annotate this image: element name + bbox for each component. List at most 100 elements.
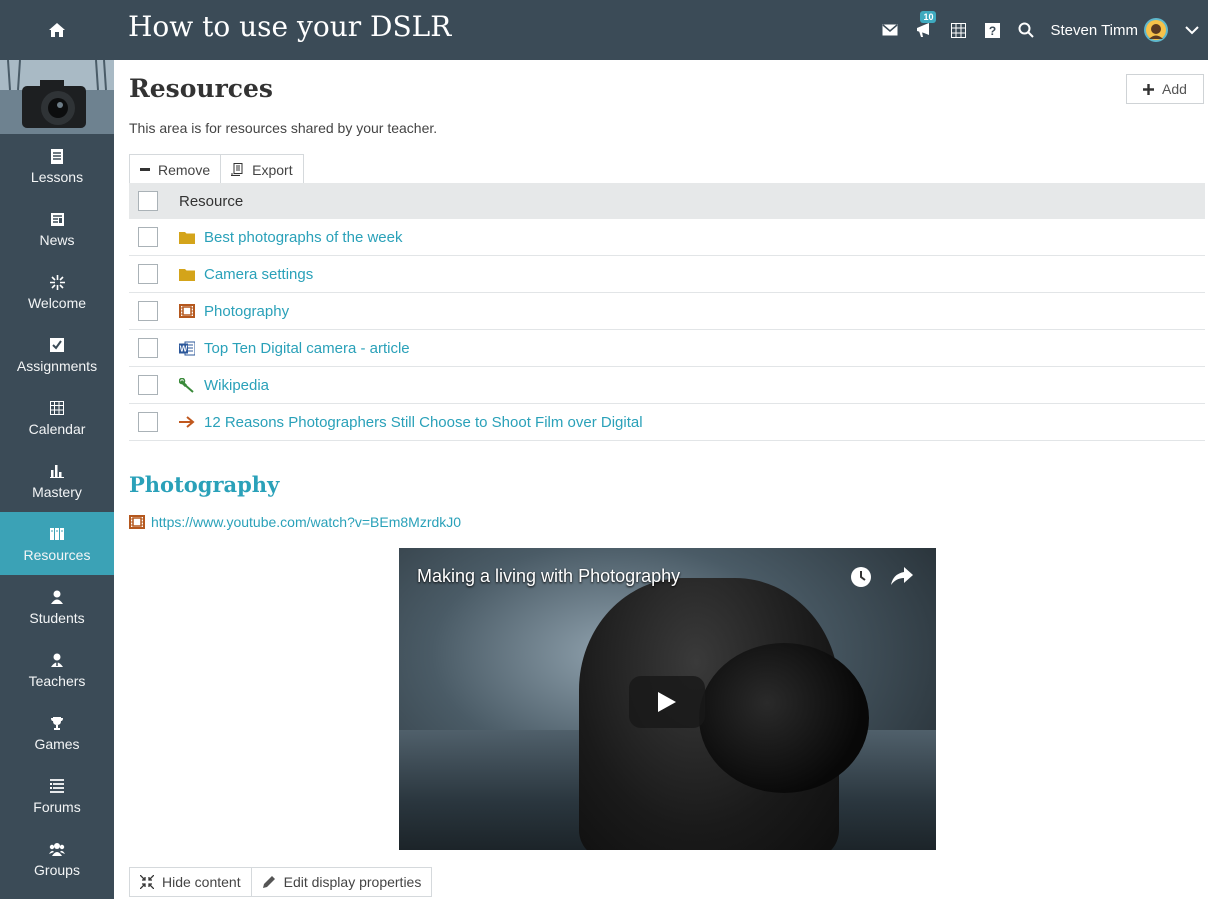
notifications-button[interactable]: 10: [914, 11, 937, 40]
select-all-checkbox[interactable]: [138, 191, 158, 211]
table-row: W Top Ten Digital camera - article: [129, 330, 1205, 367]
content-toolbar: Hide content Edit display properties: [129, 867, 433, 897]
svg-text:?: ?: [989, 24, 996, 38]
chevron-down-icon: [1185, 25, 1199, 34]
sidebar-item-label: Calendar: [28, 421, 86, 437]
row-checkbox[interactable]: [138, 338, 158, 358]
main-content: Resources Add This area is for resources…: [114, 60, 1208, 899]
sidebar-item-label: Students: [29, 610, 85, 626]
sidebar-item-label: News: [39, 232, 75, 248]
sidebar-item-calendar[interactable]: Calendar: [0, 386, 114, 449]
hide-content-label: Hide content: [162, 874, 241, 890]
svg-text:W: W: [180, 344, 188, 353]
share-icon[interactable]: [890, 566, 914, 586]
sidebar-item-groups[interactable]: Groups: [0, 827, 114, 890]
sidebar-item-welcome[interactable]: Welcome: [0, 260, 114, 323]
sidebar-item-label: Welcome: [27, 295, 87, 311]
sidebar-item-resources[interactable]: Resources: [0, 512, 114, 575]
resource-link[interactable]: Best photographs of the week: [204, 229, 402, 246]
sidebar-item-news[interactable]: News: [0, 197, 114, 260]
resource-detail-title: Photography: [129, 472, 280, 497]
course-title: How to use your DSLR: [128, 10, 452, 43]
video-title: Making a living with Photography: [417, 566, 681, 586]
calendar-button[interactable]: [948, 20, 968, 40]
messages-button[interactable]: [880, 20, 900, 40]
resource-link[interactable]: 12 Reasons Photographers Still Choose to…: [204, 414, 643, 431]
mastery-icon: [50, 461, 64, 481]
notification-count-badge: 10: [920, 11, 937, 23]
export-button-label: Export: [252, 161, 293, 178]
user-menu-toggle[interactable]: [1182, 20, 1202, 40]
lessons-icon: [51, 146, 63, 166]
sidebar-item-label: Lessons: [30, 169, 84, 185]
home-button[interactable]: [0, 0, 114, 60]
page-title: Resources: [129, 74, 273, 103]
table-row: Photography: [129, 293, 1205, 330]
sidebar-item-label: Mastery: [32, 484, 82, 500]
resources-table: Resource Best photographs of the week Ca…: [129, 183, 1205, 441]
row-checkbox[interactable]: [138, 412, 158, 432]
sidebar-item-label: Groups: [34, 862, 80, 878]
film-icon: [129, 515, 145, 529]
sidebar-item-lessons[interactable]: Lessons: [0, 134, 114, 197]
calendar-icon: [50, 398, 64, 418]
row-checkbox[interactable]: [138, 227, 158, 247]
teacher-icon: [50, 650, 64, 670]
sidebar-item-label: Forums: [33, 799, 81, 815]
assignments-icon: [50, 335, 64, 355]
user-name[interactable]: Steven Timm: [1050, 22, 1138, 39]
collapse-icon: [140, 875, 154, 889]
sidebar: Lessons News Welcome Assignments Calenda…: [0, 60, 114, 899]
sidebar-item-games[interactable]: Games: [0, 701, 114, 764]
word-document-icon: W: [179, 340, 195, 356]
sidebar-item-students[interactable]: Students: [0, 575, 114, 638]
sidebar-item-forums[interactable]: Forums: [0, 764, 114, 827]
sidebar-item-label: Games: [34, 736, 80, 752]
export-button[interactable]: Export: [220, 155, 302, 184]
search-icon: [1018, 22, 1035, 38]
resource-link[interactable]: Wikipedia: [204, 377, 269, 394]
groups-icon: [49, 839, 65, 859]
edit-display-properties-label: Edit display properties: [283, 874, 422, 890]
video-top-icons: [850, 566, 914, 588]
row-checkbox[interactable]: [138, 375, 158, 395]
play-button[interactable]: [629, 676, 705, 728]
avatar[interactable]: [1144, 18, 1168, 42]
folder-icon: [179, 266, 195, 282]
table-toolbar: Remove Export: [129, 154, 304, 184]
row-checkbox[interactable]: [138, 264, 158, 284]
sidebar-item-label: Assignments: [16, 358, 98, 374]
sidebar-item-label: Resources: [23, 547, 91, 563]
add-button[interactable]: Add: [1126, 74, 1204, 104]
welcome-icon: [49, 272, 65, 292]
remove-button[interactable]: Remove: [130, 155, 220, 184]
student-icon: [50, 587, 64, 607]
top-actions: 10 ? Steven Timm: [880, 0, 1202, 60]
resource-link[interactable]: Top Ten Digital camera - article: [204, 340, 410, 357]
table-header: Resource: [129, 183, 1205, 219]
plus-icon: [1143, 83, 1155, 95]
video-player[interactable]: Making a living with Photography: [399, 548, 936, 850]
table-row: Camera settings: [129, 256, 1205, 293]
play-icon: [658, 692, 676, 712]
row-checkbox[interactable]: [138, 301, 158, 321]
camera-image: [0, 60, 114, 134]
help-button[interactable]: ?: [982, 20, 1002, 40]
sidebar-item-assignments[interactable]: Assignments: [0, 323, 114, 386]
edit-display-properties-button[interactable]: Edit display properties: [250, 868, 432, 896]
video-camera-lens: [699, 643, 869, 793]
watch-later-icon[interactable]: [850, 566, 872, 588]
hide-content-button[interactable]: Hide content: [130, 868, 251, 896]
course-thumbnail[interactable]: [0, 60, 114, 134]
sidebar-item-teachers[interactable]: Teachers: [0, 638, 114, 701]
add-button-label: Add: [1162, 81, 1187, 97]
wrench-icon: [179, 377, 195, 393]
table-row: Wikipedia: [129, 367, 1205, 404]
search-button[interactable]: [1016, 20, 1036, 40]
sidebar-item-mastery[interactable]: Mastery: [0, 449, 114, 512]
resource-link[interactable]: Camera settings: [204, 266, 313, 283]
minus-icon: [140, 167, 150, 171]
forums-icon: [50, 776, 64, 796]
resource-link[interactable]: Photography: [204, 303, 289, 320]
resource-url-link[interactable]: https://www.youtube.com/watch?v=BEm8Mzrd…: [151, 514, 461, 530]
